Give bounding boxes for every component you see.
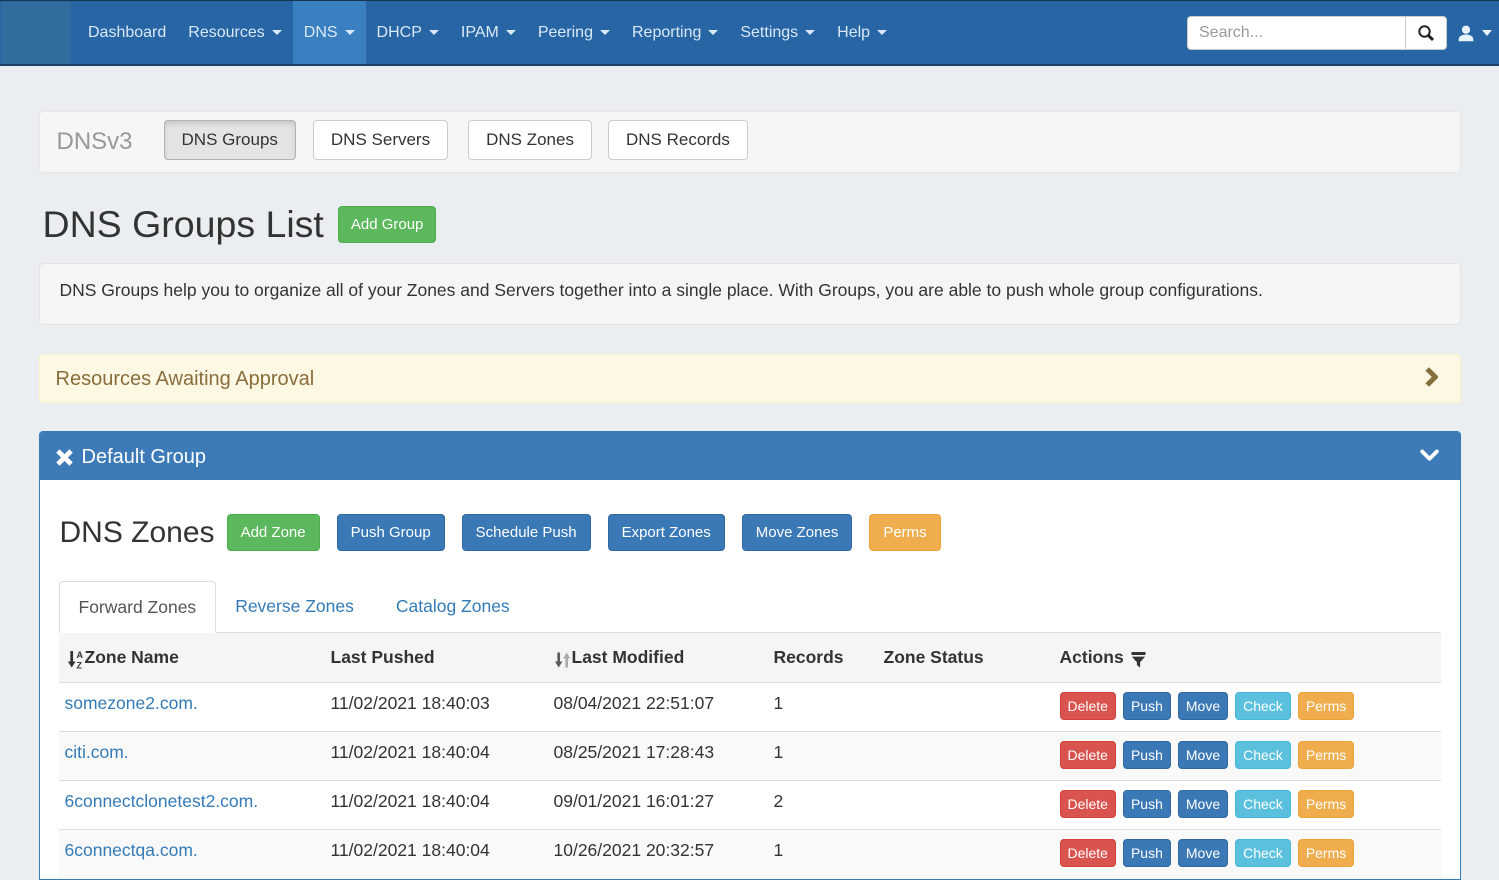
svg-text:A: A [76,650,83,660]
svg-text:Z: Z [76,661,82,670]
